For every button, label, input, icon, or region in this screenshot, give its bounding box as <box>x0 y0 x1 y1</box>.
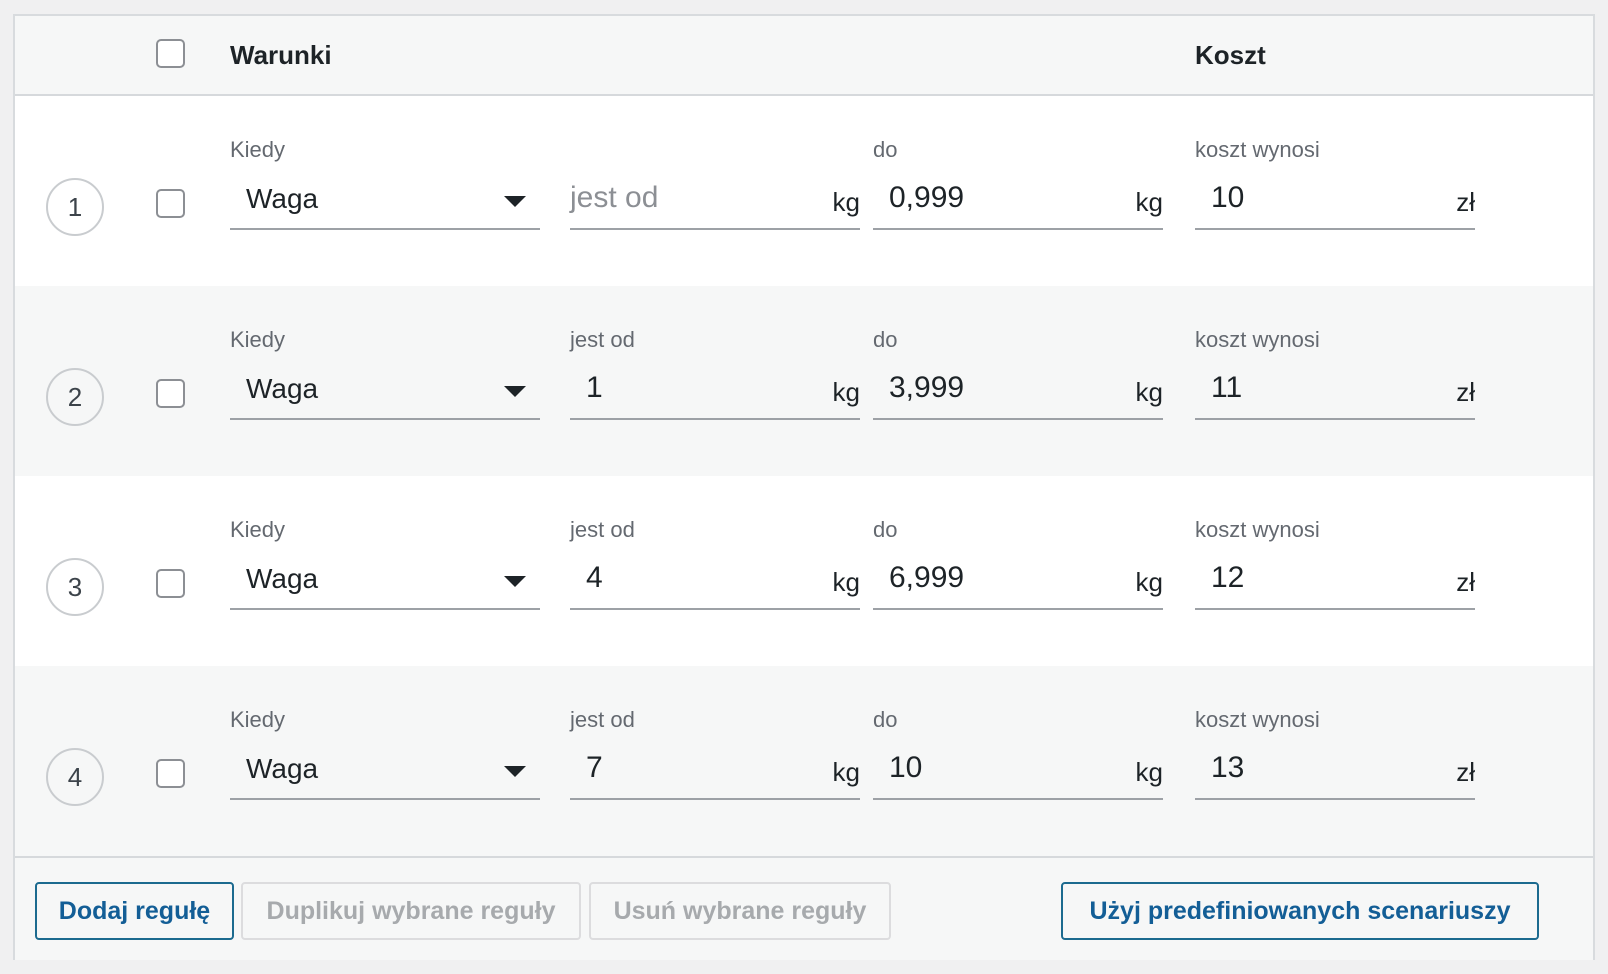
from-input[interactable]: jest od kg <box>570 172 860 230</box>
condition-select[interactable]: Waga <box>230 552 540 610</box>
from-label: jest od <box>570 517 635 542</box>
rule-row: 2 Kiedy Waga jest od 1 kg do 3,999 kg ko… <box>15 286 1593 476</box>
cost-input[interactable]: 11 zł <box>1195 362 1475 420</box>
from-label: jest od <box>570 327 635 352</box>
caret-down-icon <box>504 576 526 587</box>
shipping-rules-table: Warunki Koszt 1 Kiedy Waga jest od kg do… <box>13 14 1595 960</box>
delete-selected-button[interactable]: Usuń wybrane reguły <box>589 882 891 940</box>
rule-checkbox[interactable] <box>156 379 185 408</box>
select-all-checkbox[interactable] <box>156 39 185 68</box>
to-value: 6,999 <box>889 561 965 594</box>
condition-value: Waga <box>246 563 319 594</box>
to-label: do <box>873 137 898 162</box>
from-placeholder: jest od <box>570 181 659 214</box>
duplicate-selected-button[interactable]: Duplikuj wybrane reguły <box>241 882 581 940</box>
when-label: Kiedy <box>230 327 286 352</box>
rule-number: 4 <box>46 748 104 806</box>
to-label: do <box>873 707 898 732</box>
to-value: 3,999 <box>889 371 965 404</box>
cost-column-header: Koszt <box>1195 40 1266 70</box>
rule-number: 3 <box>46 558 104 616</box>
when-label: Kiedy <box>230 707 286 732</box>
cost-value: 11 <box>1211 371 1243 404</box>
to-input[interactable]: 3,999 kg <box>873 362 1163 420</box>
weight-unit: kg <box>832 757 860 787</box>
currency-unit: zł <box>1456 757 1475 787</box>
from-input[interactable]: 7 kg <box>570 742 860 800</box>
to-input[interactable]: 0,999 kg <box>873 172 1163 230</box>
condition-select[interactable]: Waga <box>230 172 540 230</box>
to-label: do <box>873 517 898 542</box>
use-predefined-scenarios-button[interactable]: Użyj predefiniowanych scenariuszy <box>1061 882 1539 940</box>
caret-down-icon <box>504 386 526 397</box>
weight-unit: kg <box>1135 567 1163 597</box>
to-input[interactable]: 6,999 kg <box>873 552 1163 610</box>
to-input[interactable]: 10 kg <box>873 742 1163 800</box>
to-label: do <box>873 327 898 352</box>
condition-value: Waga <box>246 183 319 214</box>
cost-input[interactable]: 13 zł <box>1195 742 1475 800</box>
cost-value: 13 <box>1211 751 1245 784</box>
rule-checkbox[interactable] <box>156 759 185 788</box>
cost-label: koszt wynosi <box>1195 327 1320 352</box>
condition-value: Waga <box>246 753 319 784</box>
rule-checkbox[interactable] <box>156 189 185 218</box>
caret-down-icon <box>504 196 526 207</box>
from-value: 7 <box>586 751 603 784</box>
cost-value: 12 <box>1211 561 1245 594</box>
currency-unit: zł <box>1456 377 1475 407</box>
cost-label: koszt wynosi <box>1195 707 1320 732</box>
from-input[interactable]: 1 kg <box>570 362 860 420</box>
table-footer: Dodaj regułę Duplikuj wybrane reguły Usu… <box>15 856 1593 960</box>
rule-number: 2 <box>46 368 104 426</box>
caret-down-icon <box>504 766 526 777</box>
from-input[interactable]: 4 kg <box>570 552 860 610</box>
condition-select[interactable]: Waga <box>230 362 540 420</box>
from-value: 4 <box>586 561 603 594</box>
rule-checkbox[interactable] <box>156 569 185 598</box>
cost-label: koszt wynosi <box>1195 137 1320 162</box>
currency-unit: zł <box>1456 567 1475 597</box>
when-label: Kiedy <box>230 137 286 162</box>
to-value: 10 <box>889 751 923 784</box>
condition-value: Waga <box>246 373 319 404</box>
weight-unit: kg <box>832 187 860 217</box>
from-label: jest od <box>570 707 635 732</box>
cost-label: koszt wynosi <box>1195 517 1320 542</box>
rule-row: 4 Kiedy Waga jest od 7 kg do 10 kg koszt… <box>15 666 1593 856</box>
weight-unit: kg <box>1135 187 1163 217</box>
rule-row: 3 Kiedy Waga jest od 4 kg do 6,999 kg ko… <box>15 476 1593 666</box>
add-rule-button[interactable]: Dodaj regułę <box>35 882 234 940</box>
cost-input[interactable]: 10 zł <box>1195 172 1475 230</box>
weight-unit: kg <box>1135 757 1163 787</box>
cost-input[interactable]: 12 zł <box>1195 552 1475 610</box>
to-value: 0,999 <box>889 181 965 214</box>
rule-number: 1 <box>46 178 104 236</box>
table-header: Warunki Koszt <box>15 16 1593 96</box>
condition-select[interactable]: Waga <box>230 742 540 800</box>
from-value: 1 <box>586 371 603 404</box>
conditions-column-header: Warunki <box>230 40 332 70</box>
weight-unit: kg <box>832 567 860 597</box>
rule-row: 1 Kiedy Waga jest od kg do 0,999 kg kosz… <box>15 96 1593 286</box>
currency-unit: zł <box>1456 187 1475 217</box>
cost-value: 10 <box>1211 181 1245 214</box>
when-label: Kiedy <box>230 517 286 542</box>
weight-unit: kg <box>832 377 860 407</box>
weight-unit: kg <box>1135 377 1163 407</box>
